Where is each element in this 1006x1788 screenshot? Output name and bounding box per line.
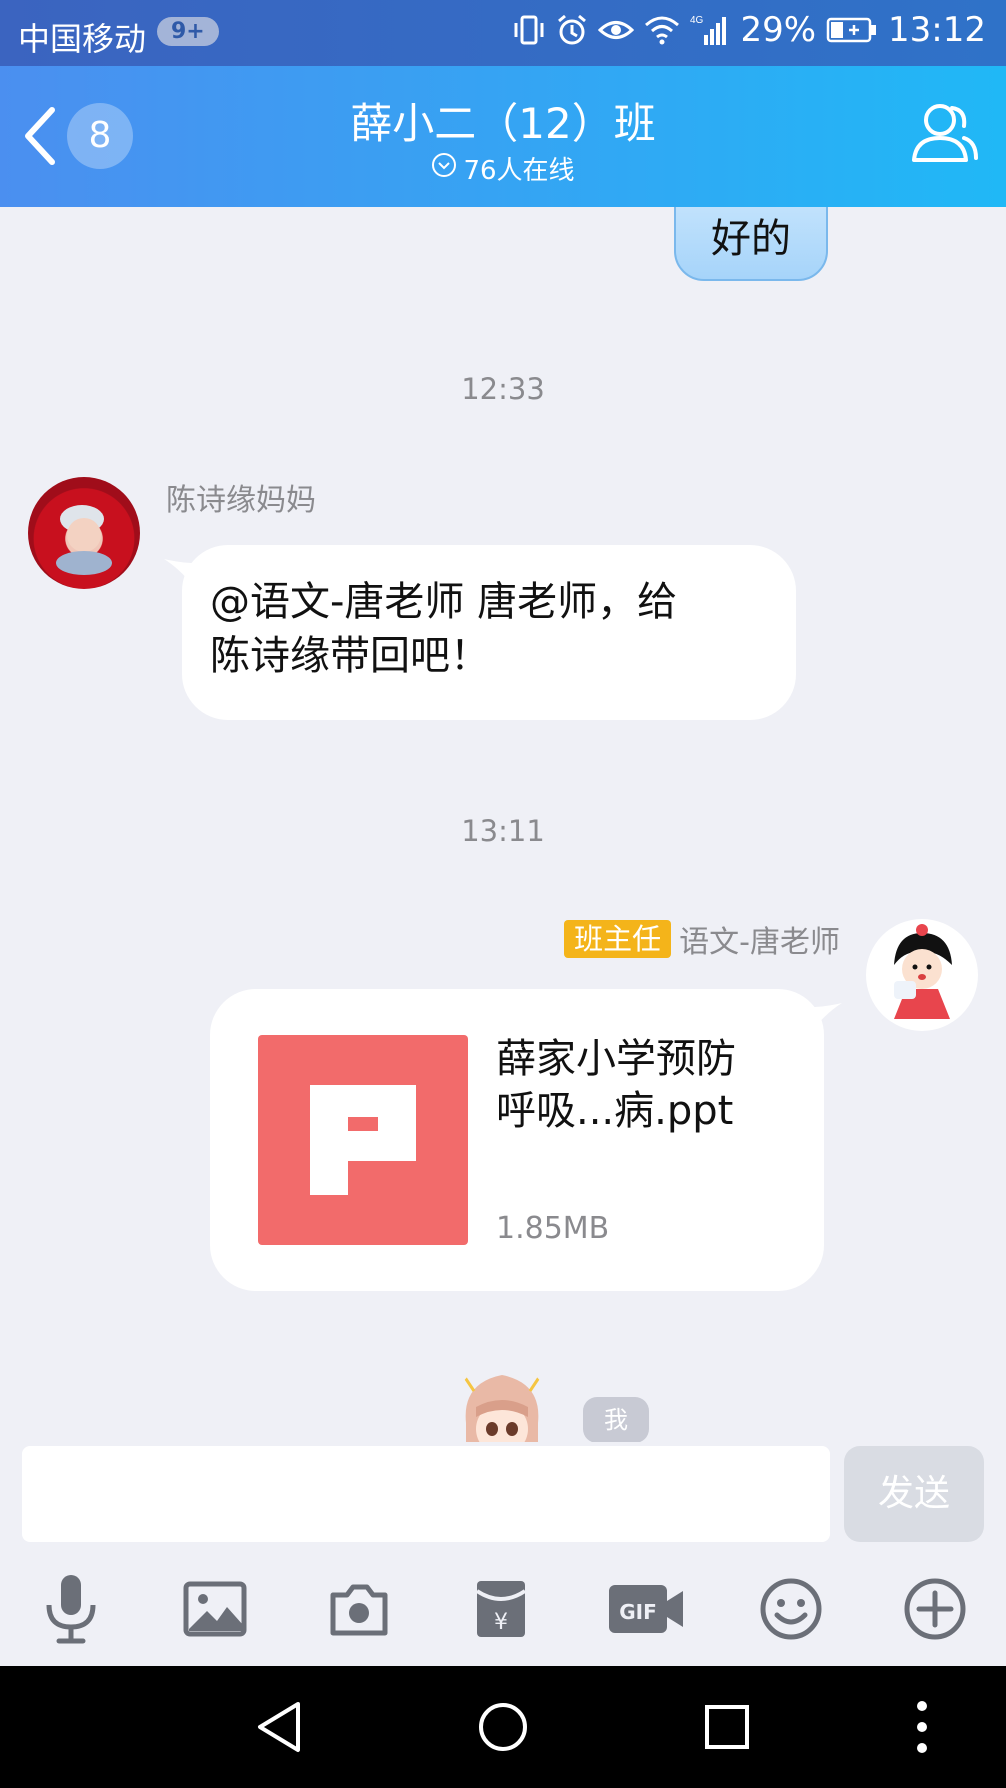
send-button[interactable]: 发送 [844, 1446, 984, 1542]
bubble-tail [812, 1003, 842, 1031]
avatar-me[interactable] [452, 1363, 552, 1442]
group-title: 薛小二（12）班 [350, 99, 656, 148]
clock: 13:12 [888, 10, 986, 50]
avatar-chen[interactable] [28, 477, 140, 589]
timestamp: 13:11 [461, 814, 545, 848]
svg-text:4G: 4G [690, 15, 704, 26]
message-line-2: 陈诗缘带回吧！ [210, 633, 490, 679]
online-status[interactable]: 76人在线 [0, 150, 1006, 187]
message-input[interactable] [22, 1446, 830, 1542]
svg-text:GIF: GIF [619, 1600, 657, 1624]
wifi-icon [644, 15, 680, 45]
message-line-1: @语文-唐老师 唐老师，给 [210, 579, 678, 625]
sender-name: 陈诗缘妈妈 [166, 483, 316, 518]
input-bar: 发送 [0, 1442, 1006, 1552]
battery-icon [826, 16, 878, 44]
bubble-tail [164, 559, 194, 587]
chevron-down-circle-icon [431, 152, 457, 185]
file-message-bubble[interactable]: 薛家小学预防 呼吸...病.ppt 1.85MB [210, 989, 842, 1291]
carrier-name: 中国移动 [18, 20, 147, 58]
camera-icon[interactable] [324, 1574, 394, 1644]
microphone-icon[interactable] [36, 1574, 106, 1644]
notification-badge: 9+ [157, 17, 219, 46]
online-count: 76人在线 [463, 156, 575, 186]
signal-icon: 4G [690, 13, 730, 47]
timestamp: 12:33 [461, 372, 545, 406]
eye-icon [598, 15, 635, 45]
nav-more-icon[interactable] [912, 1700, 932, 1758]
status-bar: 中国移动 9+ 4G 29% 13:12 [0, 0, 1006, 66]
gif-icon[interactable]: GIF [606, 1574, 686, 1644]
battery-percent: 29% [740, 10, 817, 50]
ppt-file-icon[interactable] [258, 1035, 468, 1245]
image-icon[interactable] [180, 1574, 250, 1644]
vibrate-icon [512, 13, 546, 47]
emoji-icon[interactable] [756, 1574, 826, 1644]
file-name-line-1: 薛家小学预防 [496, 1036, 736, 1082]
file-name[interactable]: 薛家小学预防 呼吸...病.ppt [496, 1033, 736, 1137]
red-packet-icon[interactable]: ¥ [466, 1574, 536, 1644]
previous-message-bubble[interactable]: 好的 [674, 207, 828, 281]
role-badge: 班主任 [564, 920, 672, 958]
avatar-teacher[interactable] [866, 919, 978, 1031]
group-members-icon[interactable] [908, 100, 980, 170]
nav-recents-icon[interactable] [702, 1700, 752, 1758]
nav-home-icon[interactable] [478, 1700, 528, 1758]
file-size: 1.85MB [496, 1211, 610, 1246]
input-toolbar: ¥ GIF [0, 1552, 1006, 1666]
me-tag: 我 [583, 1397, 649, 1442]
chat-area[interactable]: 好的 12:33 陈诗缘妈妈 @语文-唐老师 唐老师，给 陈诗缘带回吧！ 13:… [0, 207, 1006, 1442]
sender-info: 班主任 语文-唐老师 [564, 917, 840, 961]
message-text: @语文-唐老师 唐老师，给 陈诗缘带回吧！ [210, 575, 677, 683]
system-nav-bar [0, 1666, 1006, 1788]
plus-icon[interactable] [900, 1574, 970, 1644]
sender-name: 语文-唐老师 [679, 925, 840, 960]
alarm-icon [556, 13, 588, 47]
nav-back-icon[interactable] [254, 1700, 304, 1758]
chat-header: 8 薛小二（12）班 76人在线 [0, 66, 1006, 207]
file-name-line-2: 呼吸...病.ppt [496, 1088, 734, 1134]
svg-text:¥: ¥ [494, 1610, 508, 1635]
message-bubble[interactable]: @语文-唐老师 唐老师，给 陈诗缘带回吧！ [164, 545, 796, 720]
